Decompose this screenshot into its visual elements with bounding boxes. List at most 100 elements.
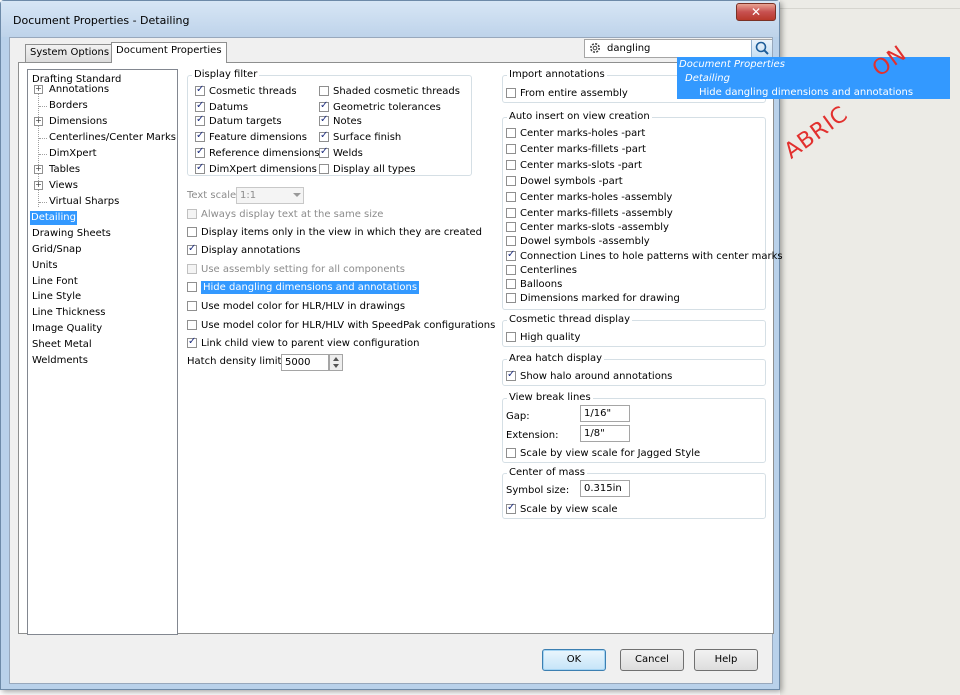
center-marks-fillets-assembly-checkbox[interactable]: Center marks-fillets -assembly	[506, 208, 673, 220]
checkbox-box[interactable]	[506, 160, 516, 170]
tree-item-views[interactable]: Views	[48, 179, 79, 193]
spin-down-icon[interactable]	[333, 364, 339, 368]
search-button[interactable]	[751, 40, 772, 57]
tree-item-line-font[interactable]: Line Font	[31, 275, 79, 289]
dimensions-marked-checkbox[interactable]: Dimensions marked for drawing	[506, 293, 680, 305]
model-color-speedpak-checkbox[interactable]: Use model color for HLR/HLV with SpeedPa…	[187, 320, 495, 332]
tree-item-centerlines[interactable]: Centerlines/Center Marks	[48, 131, 177, 145]
spin-up-icon[interactable]	[333, 357, 339, 361]
hatch-density-input[interactable]: 5000	[281, 354, 329, 371]
surface-finish-checkbox[interactable]: Surface finish	[319, 130, 401, 144]
checkbox-box[interactable]	[506, 88, 516, 98]
close-button[interactable]: ✕	[736, 3, 776, 21]
checkbox-box[interactable]	[506, 192, 516, 202]
checkbox-box[interactable]	[319, 146, 329, 158]
symbol-size-input[interactable]: 0.315in	[580, 480, 630, 497]
options-tree[interactable]: Drafting Standard + Annotations Borders …	[27, 69, 178, 635]
search-results-popup[interactable]: Document Properties Detailing Hide dangl…	[677, 57, 950, 99]
use-assembly-setting-checkbox[interactable]: Use assembly setting for all components	[187, 264, 405, 276]
tree-item-image-quality[interactable]: Image Quality	[31, 322, 103, 336]
datums-checkbox[interactable]: Datums	[195, 100, 248, 114]
tree-item-units[interactable]: Units	[31, 259, 59, 273]
checkbox-box[interactable]	[506, 332, 516, 342]
checkbox-box[interactable]	[187, 301, 197, 311]
checkbox-box[interactable]	[506, 249, 516, 261]
centerlines-checkbox[interactable]: Centerlines	[506, 265, 577, 277]
expand-icon[interactable]: +	[34, 181, 43, 190]
from-entire-assembly-checkbox[interactable]: From entire assembly	[506, 88, 628, 100]
checkbox-box[interactable]	[506, 236, 516, 246]
checkbox-box[interactable]	[187, 209, 197, 219]
checkbox-box[interactable]	[506, 448, 516, 458]
checkbox-box[interactable]	[506, 128, 516, 138]
hatch-density-spinner[interactable]	[329, 354, 343, 371]
model-color-hlr-checkbox[interactable]: Use model color for HLR/HLV in drawings	[187, 301, 405, 313]
checkbox-box[interactable]	[195, 100, 205, 112]
help-button[interactable]: Help	[694, 649, 758, 671]
scale-by-view-scale-checkbox[interactable]: Scale by view scale	[506, 502, 618, 516]
expand-icon[interactable]: +	[34, 85, 43, 94]
tree-item-virtual-sharps[interactable]: Virtual Sharps	[48, 195, 120, 209]
tree-item-line-style[interactable]: Line Style	[31, 290, 82, 304]
cosmetic-threads-checkbox[interactable]: Cosmetic threads	[195, 84, 297, 98]
result-path-page[interactable]: Detailing	[685, 73, 730, 84]
tree-item-drawing-sheets[interactable]: Drawing Sheets	[31, 227, 112, 241]
welds-checkbox[interactable]: Welds	[319, 146, 363, 160]
shaded-cosmetic-threads-checkbox[interactable]: Shaded cosmetic threads	[319, 86, 460, 98]
display-all-types-checkbox[interactable]: Display all types	[319, 164, 415, 176]
result-path-root[interactable]: Document Properties	[679, 59, 785, 70]
expand-icon[interactable]: +	[34, 165, 43, 174]
checkbox-box[interactable]	[506, 502, 516, 514]
tree-item-annotations[interactable]: Annotations	[48, 83, 110, 97]
checkbox-box[interactable]	[187, 320, 197, 330]
dowel-symbols-part-checkbox[interactable]: Dowel symbols -part	[506, 176, 623, 188]
expand-icon[interactable]: +	[34, 117, 43, 126]
checkbox-box[interactable]	[187, 282, 197, 292]
checkbox-box[interactable]	[187, 336, 197, 348]
center-marks-fillets-part-checkbox[interactable]: Center marks-fillets -part	[506, 144, 646, 156]
checkbox-box[interactable]	[506, 293, 516, 303]
ok-button[interactable]: OK	[542, 649, 606, 671]
search-input[interactable]: dangling	[584, 39, 772, 58]
feature-dimensions-checkbox[interactable]: Feature dimensions	[195, 130, 307, 144]
tree-item-sheet-metal[interactable]: Sheet Metal	[31, 338, 93, 352]
checkbox-box[interactable]	[506, 279, 516, 289]
high-quality-checkbox[interactable]: High quality	[506, 332, 580, 344]
reference-dimensions-checkbox[interactable]: Reference dimensions	[195, 146, 320, 160]
display-items-only-checkbox[interactable]: Display items only in the view in which …	[187, 227, 482, 239]
gap-input[interactable]: 1/16"	[580, 405, 630, 422]
notes-checkbox[interactable]: Notes	[319, 114, 362, 128]
checkbox-box[interactable]	[506, 144, 516, 154]
extension-input[interactable]: 1/8"	[580, 425, 630, 442]
center-marks-slots-assembly-checkbox[interactable]: Center marks-slots -assembly	[506, 222, 669, 234]
checkbox-box[interactable]	[319, 130, 329, 142]
checkbox-box[interactable]	[319, 100, 329, 112]
balloons-checkbox[interactable]: Balloons	[506, 279, 562, 291]
center-marks-holes-assembly-checkbox[interactable]: Center marks-holes -assembly	[506, 192, 672, 204]
checkbox-box[interactable]	[506, 176, 516, 186]
scale-jagged-checkbox[interactable]: Scale by view scale for Jagged Style	[506, 448, 700, 460]
title-bar[interactable]: Document Properties - Detailing ✕	[1, 1, 779, 37]
hide-dangling-checkbox[interactable]: Hide dangling dimensions and annotations	[187, 281, 420, 294]
checkbox-box[interactable]	[506, 208, 516, 218]
link-child-view-checkbox[interactable]: Link child view to parent view configura…	[187, 336, 420, 350]
checkbox-box[interactable]	[195, 114, 205, 126]
center-marks-holes-part-checkbox[interactable]: Center marks-holes -part	[506, 128, 645, 140]
checkbox-box[interactable]	[195, 130, 205, 142]
tree-item-dimensions[interactable]: Dimensions	[48, 115, 108, 129]
checkbox-box[interactable]	[187, 227, 197, 237]
checkbox-box[interactable]	[506, 369, 516, 381]
tab-document-properties[interactable]: Document Properties	[111, 42, 227, 63]
checkbox-box[interactable]	[195, 84, 205, 96]
tree-item-tables[interactable]: Tables	[48, 163, 81, 177]
datum-targets-checkbox[interactable]: Datum targets	[195, 114, 282, 128]
checkbox-box[interactable]	[187, 264, 197, 274]
checkbox-box[interactable]	[319, 86, 329, 96]
cancel-button[interactable]: Cancel	[620, 649, 684, 671]
tree-item-borders[interactable]: Borders	[48, 99, 89, 113]
checkbox-box[interactable]	[319, 164, 329, 174]
dimxpert-dimensions-checkbox[interactable]: DimXpert dimensions	[195, 162, 317, 176]
checkbox-box[interactable]	[319, 114, 329, 126]
tree-item-dimxpert[interactable]: DimXpert	[48, 147, 98, 161]
tree-item-grid-snap[interactable]: Grid/Snap	[31, 243, 83, 257]
